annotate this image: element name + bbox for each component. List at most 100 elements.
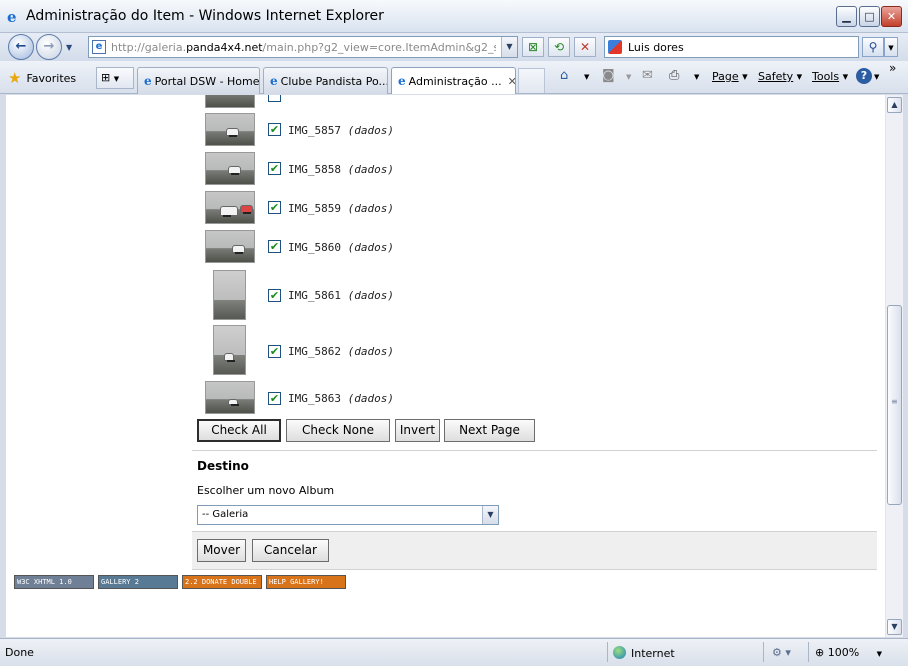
read-mail-icon[interactable]: ✉ [642,68,653,83]
help-gallery-badge[interactable]: HELP GALLERY! [266,575,346,589]
item-label: IMG_5857 (dados) [288,124,394,137]
forward-button[interactable]: → [36,34,62,60]
page-menu[interactable]: Page ▾ [712,70,748,83]
protected-mode-icon[interactable]: ⚙ ▾ [772,646,791,659]
move-button[interactable]: Mover [197,539,246,562]
zoom-icon: ⊕ [815,646,825,659]
item-checkbox[interactable]: ✔ [268,240,281,253]
tab-portal-dsw[interactable]: e Portal DSW - Home [137,67,260,94]
zoom-level[interactable]: ⊕ 100% ▼ [815,646,882,659]
item-thumbnail[interactable] [205,381,255,414]
quick-tabs-button[interactable]: ⊞ ▼ [96,67,134,89]
item-details-link[interactable]: (dados) [348,345,394,358]
item-checkbox[interactable]: ✔ [268,289,281,302]
tab-administracao-active[interactable]: e Administração ... ✕ [391,67,516,94]
item-label: IMG_5863 (dados) [288,392,394,405]
divider [192,450,877,451]
item-thumbnail-partial[interactable] [205,95,255,108]
stop-icon[interactable]: ✕ [574,37,596,57]
back-button[interactable]: ← [8,34,34,60]
star-icon: ★ [8,69,22,87]
minimize-button[interactable]: ▁ [836,6,857,27]
item-thumbnail[interactable] [205,191,255,224]
item-thumbnail[interactable] [205,230,255,263]
help-dropdown-icon[interactable]: ▼ [874,73,879,81]
home-dropdown-icon[interactable]: ▼ [584,73,589,81]
scroll-up-icon[interactable]: ▲ [887,97,902,113]
tab-list-dropdown-icon[interactable]: ▼ [114,75,119,83]
page-content: ✔ IMG_5857 (dados) ✔ IMG_5858 (dados) ✔ … [6,95,885,637]
compatibility-view-icon[interactable]: ⊠ [522,37,544,57]
address-bar[interactable]: e http://galeria.panda4x4.net/main.php?g… [88,36,518,58]
item-details-link[interactable]: (dados) [348,289,394,302]
vertical-scrollbar[interactable]: ▲ ≡ ▼ [885,95,903,637]
item-details-link[interactable]: (dados) [348,202,394,215]
ie-page-icon: e [270,74,278,88]
cancel-button[interactable]: Cancelar [252,539,329,562]
item-label: IMG_5861 (dados) [288,289,394,302]
album-select-value: -- Galeria [202,509,249,520]
feeds-dropdown-icon[interactable]: ▼ [626,73,631,81]
feeds-icon[interactable]: ◙ [602,68,615,83]
status-text: Done [5,646,34,659]
search-input[interactable] [628,40,848,54]
item-thumbnail[interactable] [213,270,246,320]
item-thumbnail[interactable] [213,325,246,375]
recent-pages-dropdown-icon[interactable]: ▼ [66,43,72,52]
donate-badge[interactable]: 2.2 DONATE DOUBLE [182,575,262,589]
item-label: IMG_5859 (dados) [288,202,394,215]
page-icon: e [92,40,106,54]
print-dropdown-icon[interactable]: ▼ [694,73,699,81]
select-dropdown-icon[interactable]: ▼ [482,506,498,524]
item-checkbox[interactable]: ✔ [268,392,281,405]
more-commands-chevron-icon[interactable]: » [889,61,896,75]
quick-tabs-icon: ⊞ [101,71,111,84]
item-thumbnail[interactable] [205,113,255,146]
ie-logo-icon: e [7,8,17,26]
check-none-button[interactable]: Check None [286,419,390,442]
search-options-dropdown-icon[interactable]: ▼ [884,37,898,57]
scroll-thumb[interactable]: ≡ [887,305,902,505]
next-page-button[interactable]: Next Page [444,419,535,442]
favorites-label: Favorites [26,71,77,85]
item-details-link[interactable]: (dados) [348,241,394,254]
item-label: IMG_5862 (dados) [288,345,394,358]
item-details-link[interactable]: (dados) [348,163,394,176]
item-checkbox[interactable]: ✔ [268,201,281,214]
maximize-button[interactable]: □ [859,6,880,27]
item-checkbox[interactable]: ✔ [268,123,281,136]
tab-label: Portal DSW - Home [154,74,260,88]
home-icon[interactable]: ⌂ [560,68,568,83]
close-tab-icon[interactable]: ✕ [508,75,515,88]
tab-clube-pandista[interactable]: e Clube Pandista Po... [263,67,388,94]
zoom-dropdown-icon[interactable]: ▼ [877,650,882,658]
new-tab-button[interactable] [518,68,545,93]
w3c-xhtml-badge[interactable]: W3C XHTML 1.0 [14,575,94,589]
refresh-icon[interactable]: ⟲ [548,37,570,57]
actions-panel: Mover Cancelar [192,531,877,570]
gallery2-badge[interactable]: GALLERY 2 [98,575,178,589]
search-box[interactable] [604,36,859,58]
close-window-button[interactable]: ✕ [881,6,902,27]
favorites-button[interactable]: ★ Favorites [8,69,76,87]
item-details-link[interactable]: (dados) [348,392,394,405]
destination-title: Destino [197,459,249,473]
tools-menu[interactable]: Tools ▾ [812,70,848,83]
address-url[interactable]: http://galeria.panda4x4.net/main.php?g2_… [111,41,496,54]
address-dropdown-icon[interactable]: ▼ [501,37,517,57]
scroll-down-icon[interactable]: ▼ [887,619,902,635]
item-details-link[interactable]: (dados) [348,124,394,137]
item-thumbnail[interactable] [205,152,255,185]
help-icon[interactable]: ? [856,68,872,84]
item-checkbox-partial[interactable] [268,95,281,102]
item-checkbox[interactable]: ✔ [268,162,281,175]
invert-button[interactable]: Invert [395,419,440,442]
print-icon[interactable]: ⎙ [669,68,679,83]
item-checkbox[interactable]: ✔ [268,345,281,358]
check-all-button[interactable]: Check All [197,419,281,442]
search-go-button[interactable]: ⚲ [862,37,884,57]
safety-menu[interactable]: Safety ▾ [758,70,802,83]
destination-label: Escolher um novo Album [197,484,335,497]
album-select[interactable]: -- Galeria ▼ [197,505,499,525]
security-zone: Internet [613,646,675,660]
